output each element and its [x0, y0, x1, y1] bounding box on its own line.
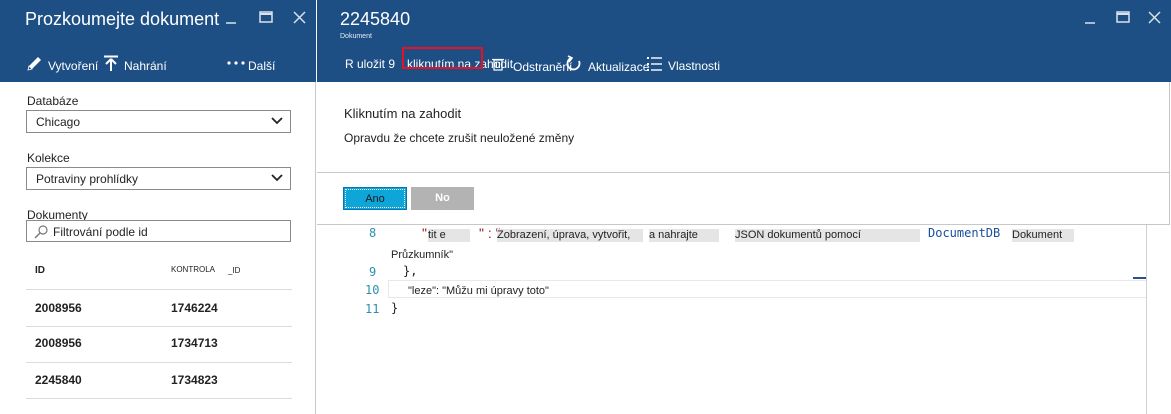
yes-button[interactable]: Ano	[343, 187, 407, 210]
upload-label: Nahrání	[124, 59, 167, 73]
document-subtitle: Dokument	[340, 33, 372, 40]
more-icon	[227, 61, 245, 65]
json-value-part: Zobrazení, úprava, vytvořit,	[497, 229, 643, 242]
json-brace: },	[403, 264, 418, 278]
explorer-title: Prozkoumejte dokument	[25, 9, 220, 29]
list-icon	[647, 56, 663, 72]
chevron-down-icon	[271, 117, 283, 125]
collection-select[interactable]: Potraviny prohlídky	[26, 167, 291, 190]
database-label: Databáze	[27, 94, 79, 108]
collection-label: Kolekce	[27, 151, 70, 165]
table-row[interactable]: 2245840 1734823	[26, 363, 292, 399]
editor-ruler	[1146, 225, 1147, 414]
json-value-part: Dokument	[1012, 229, 1074, 242]
properties-label: Vlastnosti	[668, 59, 721, 73]
cell-id: 2008956	[35, 336, 82, 350]
line-number: 8	[369, 226, 377, 240]
json-key: tit e	[428, 229, 470, 242]
close-icon[interactable]	[293, 11, 306, 24]
dialog-divider	[317, 172, 1170, 173]
table-row[interactable]: 2008956 1746224	[26, 290, 292, 326]
minimize-icon[interactable]	[225, 17, 237, 29]
json-value-part: DocumentDB	[928, 226, 1001, 240]
chevron-down-icon	[271, 174, 283, 182]
more-label: Další	[248, 59, 276, 73]
delete-label: Odstranění	[513, 60, 573, 74]
discard-highlight	[402, 47, 483, 69]
cell-kontrola: 1746224	[171, 301, 218, 315]
json-value-wrap: Průzkumník"	[391, 249, 453, 261]
column-header-kontrola[interactable]: KONTROLA	[171, 265, 215, 274]
minimize-icon[interactable]	[1084, 17, 1096, 29]
maximize-icon[interactable]	[1116, 11, 1130, 23]
json-value-part: JSON dokumentů pomocí	[735, 229, 920, 242]
row-divider	[26, 398, 292, 399]
line-number: 9	[369, 265, 377, 279]
no-label: No	[435, 192, 450, 204]
cell-kontrola: 1734713	[171, 336, 218, 350]
dialog-title: Kliknutím na zahodit	[344, 106, 462, 121]
database-select[interactable]: Chicago	[26, 110, 291, 133]
no-button[interactable]: No	[411, 187, 474, 210]
json-quote: "	[422, 225, 427, 241]
document-filter-input[interactable]: Filtrování podle id	[26, 220, 291, 242]
dialog-message: Opravdu že chcete zrušit neuložené změny	[344, 131, 575, 145]
cell-id: 2008956	[35, 301, 82, 315]
maximize-icon[interactable]	[259, 11, 273, 23]
json-line: "leze": "Můžu mi úpravy toto"	[408, 285, 549, 297]
refresh-label: Aktualizace	[588, 60, 650, 74]
collection-value: Potraviny prohlídky	[36, 172, 139, 186]
json-brace: }	[391, 301, 399, 315]
table-row[interactable]: 2008956 1734713	[26, 327, 292, 363]
column-header-id[interactable]: ID	[35, 265, 45, 276]
search-icon	[34, 225, 48, 239]
column-header-underscore-id[interactable]: _ID	[228, 266, 240, 275]
line-number: 11	[365, 302, 380, 316]
document-title: 2245840	[340, 9, 411, 29]
create-label: Vytvoření	[48, 59, 99, 73]
trash-icon	[492, 57, 504, 71]
scrollbar-marker[interactable]	[1133, 277, 1146, 279]
line-number: 10	[365, 283, 380, 297]
cell-kontrola: 1734823	[171, 373, 218, 387]
upload-icon	[103, 55, 119, 72]
database-value: Chicago	[36, 115, 81, 129]
save-button[interactable]: R uložit 9	[345, 57, 395, 71]
cell-id: 2245840	[35, 373, 82, 387]
yes-label: Ano	[365, 193, 385, 205]
refresh-icon	[566, 55, 582, 72]
pencil-icon	[26, 56, 44, 72]
json-value-part: a nahrajte	[649, 229, 719, 242]
document-filter-placeholder: Filtrování podle id	[53, 225, 148, 239]
close-icon[interactable]	[1148, 11, 1161, 24]
